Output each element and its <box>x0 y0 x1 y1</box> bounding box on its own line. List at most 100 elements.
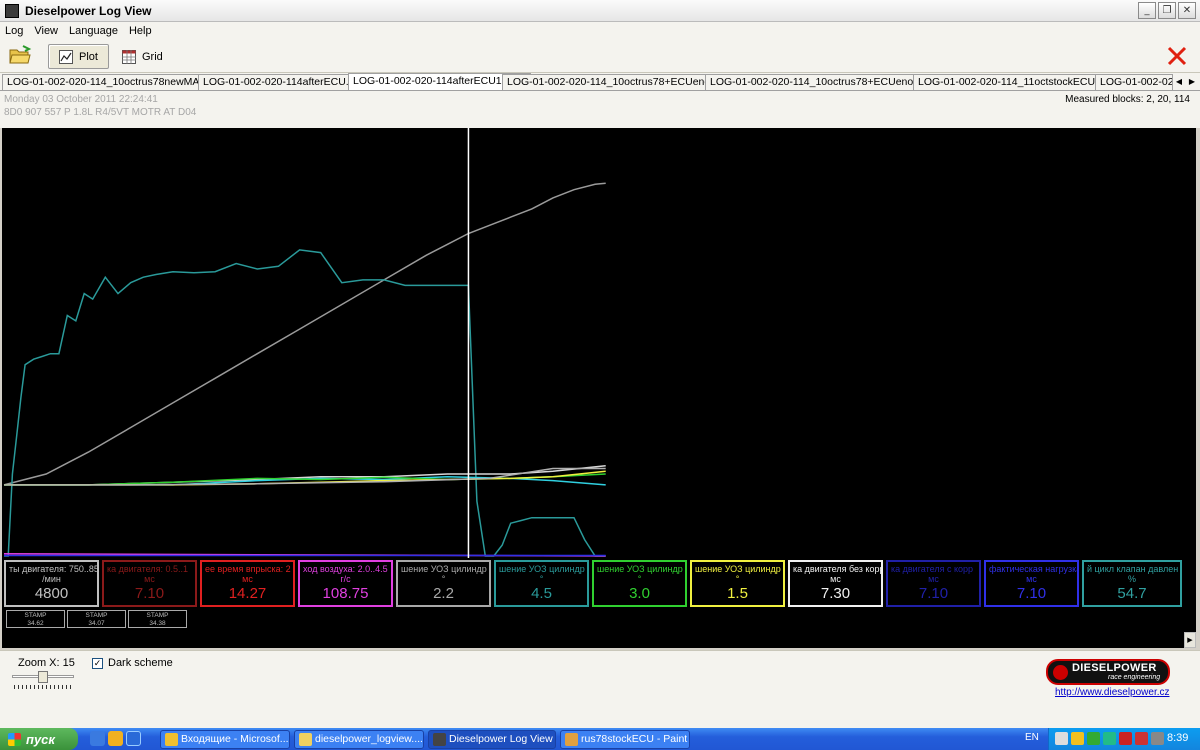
gauge-value: 4800 <box>34 585 69 602</box>
dark-scheme-label: Dark scheme <box>108 657 173 669</box>
grid-button[interactable]: Grid <box>112 44 173 69</box>
task-outlook[interactable]: Входящие - Microsof... <box>160 730 290 749</box>
messenger-icon[interactable] <box>108 731 123 746</box>
start-label: пуск <box>26 731 55 747</box>
windows-flag-icon <box>8 732 21 746</box>
menu-view[interactable]: View <box>29 25 64 37</box>
menu-help[interactable]: Help <box>124 25 158 37</box>
volume-icon[interactable] <box>1103 732 1116 745</box>
gauge-unit: г/с <box>340 574 351 584</box>
menu-log[interactable]: Log <box>0 25 29 37</box>
folder-icon <box>299 733 312 746</box>
minimize-icon[interactable]: _ <box>1138 2 1156 19</box>
app-icon <box>5 3 19 18</box>
menu-bar: Log View Language Help <box>0 22 1200 39</box>
gauge-load-uncorrected: ка двигателя без корр мс 7.30 <box>788 560 883 607</box>
gauge-label: ка двигателя: 0.5..1 <box>107 564 188 574</box>
gauge-value: 3.0 <box>629 585 650 602</box>
logo-name: DIESELPOWER <box>1072 662 1157 674</box>
tab-scroll-left-icon[interactable]: ◀ <box>1173 74 1185 89</box>
gauge-unit: /мин <box>42 574 61 584</box>
grid-label: Grid <box>142 50 163 63</box>
close-window-icon[interactable]: ✕ <box>1178 2 1196 19</box>
file-tab-6[interactable]: LOG-01-002-020-114_11octstockECU.CSV <box>913 74 1125 90</box>
dieselpower-logo: DIESELPOWER race engineering <box>1046 659 1170 685</box>
security-icon[interactable] <box>1071 732 1084 745</box>
task-logview[interactable]: Dieselpower Log View <box>428 730 556 749</box>
plot-button[interactable]: Plot <box>48 44 109 69</box>
gauge-label: ход воздуха: 2.0..4.5 <box>303 564 388 574</box>
zoom-slider-ticks <box>14 685 72 689</box>
stamp-label: STAMP <box>24 612 47 619</box>
outlook-icon <box>165 733 178 746</box>
gauge-unit: ° <box>441 574 446 584</box>
gauge-label: шение УОЗ цилиндр 2 <box>499 564 587 574</box>
task-label: Dieselpower Log View <box>449 733 553 745</box>
logview-icon <box>433 733 446 746</box>
stamp-3: STAMP 34.38 <box>128 610 187 628</box>
stamp-2: STAMP 34.07 <box>67 610 126 628</box>
system-tray: EN 8:39 <box>1025 728 1200 750</box>
gauge-label: шение УОЗ цилиндр 4 <box>695 564 783 574</box>
dark-scheme-checkbox[interactable]: ✓ <box>92 657 103 669</box>
antivirus-icon[interactable] <box>1119 732 1132 745</box>
plot-scroll-right-icon[interactable]: ▶ <box>1184 632 1196 648</box>
gauge-pressure-valve: й цикл клапан давлен % 54.7 <box>1082 560 1182 607</box>
gauge-unit: мс <box>928 574 939 584</box>
keyboard-layout-icon[interactable] <box>1135 732 1148 745</box>
close-log-icon[interactable] <box>1166 45 1188 67</box>
restore-icon[interactable]: ❐ <box>1158 2 1176 19</box>
gauge-label: ее время впрыска: 2 <box>205 564 291 574</box>
gauge-unit: ° <box>637 574 642 584</box>
ie-icon[interactable] <box>90 731 105 746</box>
start-button[interactable]: пуск <box>0 728 78 750</box>
gauge-unit: мс <box>830 574 841 584</box>
task-folder[interactable]: dieselpower_logview.... <box>294 730 424 749</box>
file-tab-7[interactable]: LOG-01-002-020-1 <box>1095 74 1173 90</box>
gauge-label: ты двигателя: 750..85 <box>9 564 97 574</box>
gauge-value: 7.30 <box>820 585 851 602</box>
task-label: rus78stockECU - Paint <box>581 733 688 745</box>
website-link[interactable]: http://www.dieselpower.cz <box>1055 687 1170 698</box>
task-label: Входящие - Microsof... <box>181 733 289 745</box>
open-folder-icon[interactable] <box>8 44 32 66</box>
gauge-injection: ка двигателя: 0.5..1 мс 7.10 <box>102 560 197 607</box>
logo-mark-icon <box>1053 665 1068 680</box>
task-paint[interactable]: rus78stockECU - Paint <box>560 730 690 749</box>
tray-misc-icon[interactable] <box>1151 732 1164 745</box>
gauge-label: шение УОЗ цилиндр 1 <box>401 564 489 574</box>
gauge-value: 108.75 <box>322 585 369 602</box>
plot-series-2 <box>4 249 606 557</box>
gauge-rpm: ты двигателя: 750..85 /мин 4800 <box>4 560 99 607</box>
gauge-unit: ° <box>735 574 740 584</box>
ecu-id: 8D0 907 557 P 1.8L R4/5VT MOTR AT D04 <box>4 107 197 118</box>
zoom-label: Zoom X: 15 <box>18 657 75 669</box>
gauge-value: 4.5 <box>531 585 552 602</box>
language-indicator[interactable]: EN <box>1025 732 1039 743</box>
plot-series-1 <box>3 182 606 486</box>
ie-browser-icon[interactable] <box>126 731 141 746</box>
menu-language[interactable]: Language <box>64 25 124 37</box>
task-label: dieselpower_logview.... <box>315 733 423 745</box>
log-info: Monday 03 October 2011 22:24:41 8D0 907 … <box>0 91 1200 128</box>
paint-icon <box>565 733 578 746</box>
zoom-slider[interactable] <box>12 671 74 691</box>
gauge-unit: % <box>1127 574 1136 584</box>
gauge-value: 1.5 <box>727 585 748 602</box>
gauge-unit: мс <box>242 574 253 584</box>
zoom-slider-thumb[interactable] <box>38 671 48 683</box>
tab-scroll-right-icon[interactable]: ▶ <box>1186 74 1198 89</box>
plot-canvas[interactable] <box>2 128 1196 558</box>
file-tabs: LOG-01-002-020-114_10octrus78newMAF.CSV … <box>0 73 1200 91</box>
dark-scheme-toggle[interactable]: ✓ Dark scheme <box>92 657 173 669</box>
tray-app-icon[interactable] <box>1087 732 1100 745</box>
network-icon[interactable] <box>1055 732 1068 745</box>
gauge-injection-time: ее время впрыска: 2 мс 14.27 <box>200 560 295 607</box>
grid-icon <box>122 49 136 64</box>
stamp-value: 34.07 <box>88 620 105 627</box>
clock: 8:39 <box>1167 732 1189 744</box>
stamp-1: STAMP 34.62 <box>6 610 65 628</box>
stamp-value: 34.62 <box>27 620 44 627</box>
gauge-load-corrected: ка двигателя с корр мс 7.10 <box>886 560 981 607</box>
gauge-unit: ° <box>539 574 544 584</box>
